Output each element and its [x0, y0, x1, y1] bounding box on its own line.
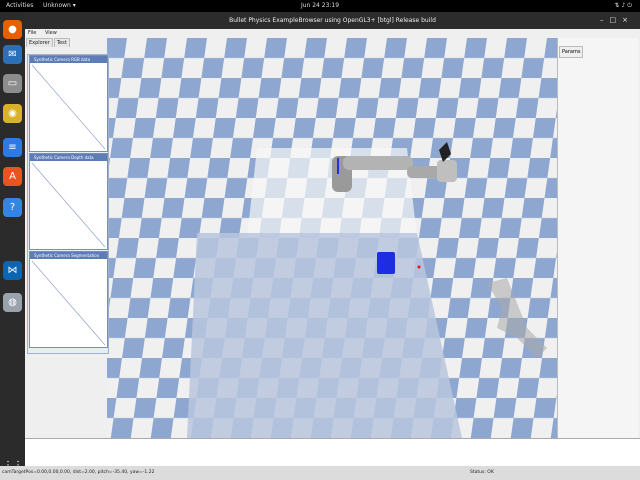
camera-view-title: Synthetic Camera Depth data	[30, 154, 107, 161]
camera-view-placeholder	[31, 64, 106, 150]
window-title: Bullet Physics ExampleBrowser using Open…	[229, 17, 436, 24]
volume-icon: ♪	[621, 2, 626, 9]
params-tab[interactable]: Params	[559, 46, 584, 58]
system-topbar: Activities Unknown ▾ Jun 24 23:19 ⇅ ♪ ⏻	[0, 0, 640, 12]
clock[interactable]: Jun 24 23:19	[0, 0, 640, 12]
appcenter-icon[interactable]: A	[3, 167, 22, 186]
status-text: Status: OK	[470, 470, 494, 475]
blue-cube	[377, 252, 395, 274]
tab-explorer[interactable]: Explorer	[26, 38, 53, 47]
3d-viewport[interactable]	[107, 38, 557, 438]
window-controls[interactable]: –□×	[600, 12, 634, 29]
status-bar: camTargetPos=0.00,0.00,0.00, dist=2.00, …	[0, 466, 640, 480]
target-marker	[417, 265, 421, 269]
power-icon: ⏻	[627, 2, 632, 9]
close-icon[interactable]: ×	[622, 16, 634, 24]
menubar: File View	[25, 29, 640, 38]
code-icon[interactable]: ⋈	[3, 261, 22, 280]
rhythmbox-icon[interactable]: ◉	[3, 104, 22, 123]
dock: ● ✉ ▭ ◉ ≡ A ? ⋈ ◍ ⋮⋮	[0, 12, 25, 480]
disc-icon[interactable]: ◍	[3, 293, 22, 312]
camera-view-placeholder	[31, 260, 106, 346]
minimize-icon[interactable]: –	[600, 16, 610, 24]
maximize-icon[interactable]: □	[610, 16, 623, 24]
menu-view[interactable]: View	[45, 30, 57, 36]
system-tray[interactable]: ⇅ ♪ ⏻	[615, 0, 632, 12]
thunderbird-icon[interactable]: ✉	[3, 45, 22, 64]
writer-icon[interactable]: ≡	[3, 138, 22, 157]
3d-scene	[107, 38, 557, 438]
menu-file[interactable]: File	[28, 30, 36, 36]
window-titlebar[interactable]: Bullet Physics ExampleBrowser using Open…	[25, 12, 640, 29]
files-icon[interactable]: ▭	[3, 74, 22, 93]
help-icon[interactable]: ?	[3, 198, 22, 217]
camera-view-depth[interactable]: Synthetic Camera Depth data	[29, 153, 108, 250]
camera-view-segmentation[interactable]: Synthetic Camera Segmentation Mask	[29, 251, 108, 348]
network-icon: ⇅	[614, 2, 620, 9]
firefox-icon[interactable]: ●	[3, 20, 22, 39]
camera-view-placeholder	[31, 162, 106, 248]
camera-view-title: Synthetic Camera RGB data	[30, 56, 107, 63]
camera-view-rgb[interactable]: Synthetic Camera RGB data	[29, 55, 108, 152]
checkered-floor	[107, 38, 557, 438]
camera-info: camTargetPos=0.00,0.00,0.00, dist=2.00, …	[2, 470, 155, 475]
explorer-tabs: Explorer Test	[25, 38, 70, 48]
params-panel: Params	[557, 38, 638, 438]
tab-test[interactable]: Test	[53, 38, 70, 47]
app-window: Bullet Physics ExampleBrowser using Open…	[25, 12, 640, 480]
synthetic-camera-panel: Synthetic Camera RGB data Synthetic Came…	[27, 54, 109, 354]
camera-view-title: Synthetic Camera Segmentation Mask	[30, 252, 107, 265]
